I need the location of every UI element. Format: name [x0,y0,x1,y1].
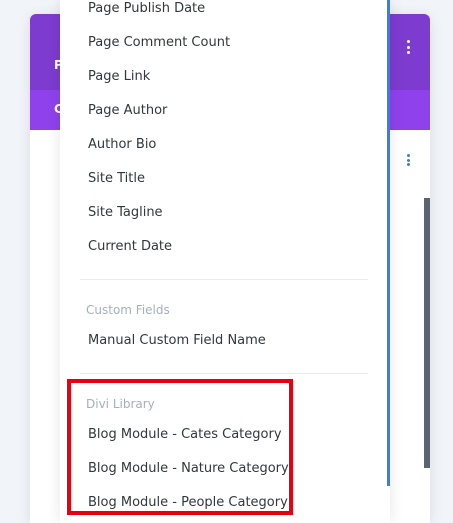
option-site-title[interactable]: Site Title [88,171,145,187]
option-page-publish-date[interactable]: Page Publish Date [88,1,205,17]
header-more-options-icon[interactable] [406,40,410,54]
group-divider [80,279,368,280]
group-title-custom-fields: Custom Fields [86,303,170,317]
option-author-bio[interactable]: Author Bio [88,137,156,153]
field-more-options-icon[interactable] [406,154,410,166]
option-current-date[interactable]: Current Date [88,239,172,255]
dropdown-scrollbar[interactable] [387,0,390,486]
option-page-link[interactable]: Page Link [88,69,150,85]
option-manual-custom-field-name[interactable]: Manual Custom Field Name [88,333,266,349]
option-page-comment-count[interactable]: Page Comment Count [88,35,230,51]
option-site-tagline[interactable]: Site Tagline [88,205,163,221]
option-page-author[interactable]: Page Author [88,103,167,119]
highlight-annotation-box [67,379,293,515]
group-divider [80,373,368,374]
modal-scrollbar[interactable] [424,198,430,468]
